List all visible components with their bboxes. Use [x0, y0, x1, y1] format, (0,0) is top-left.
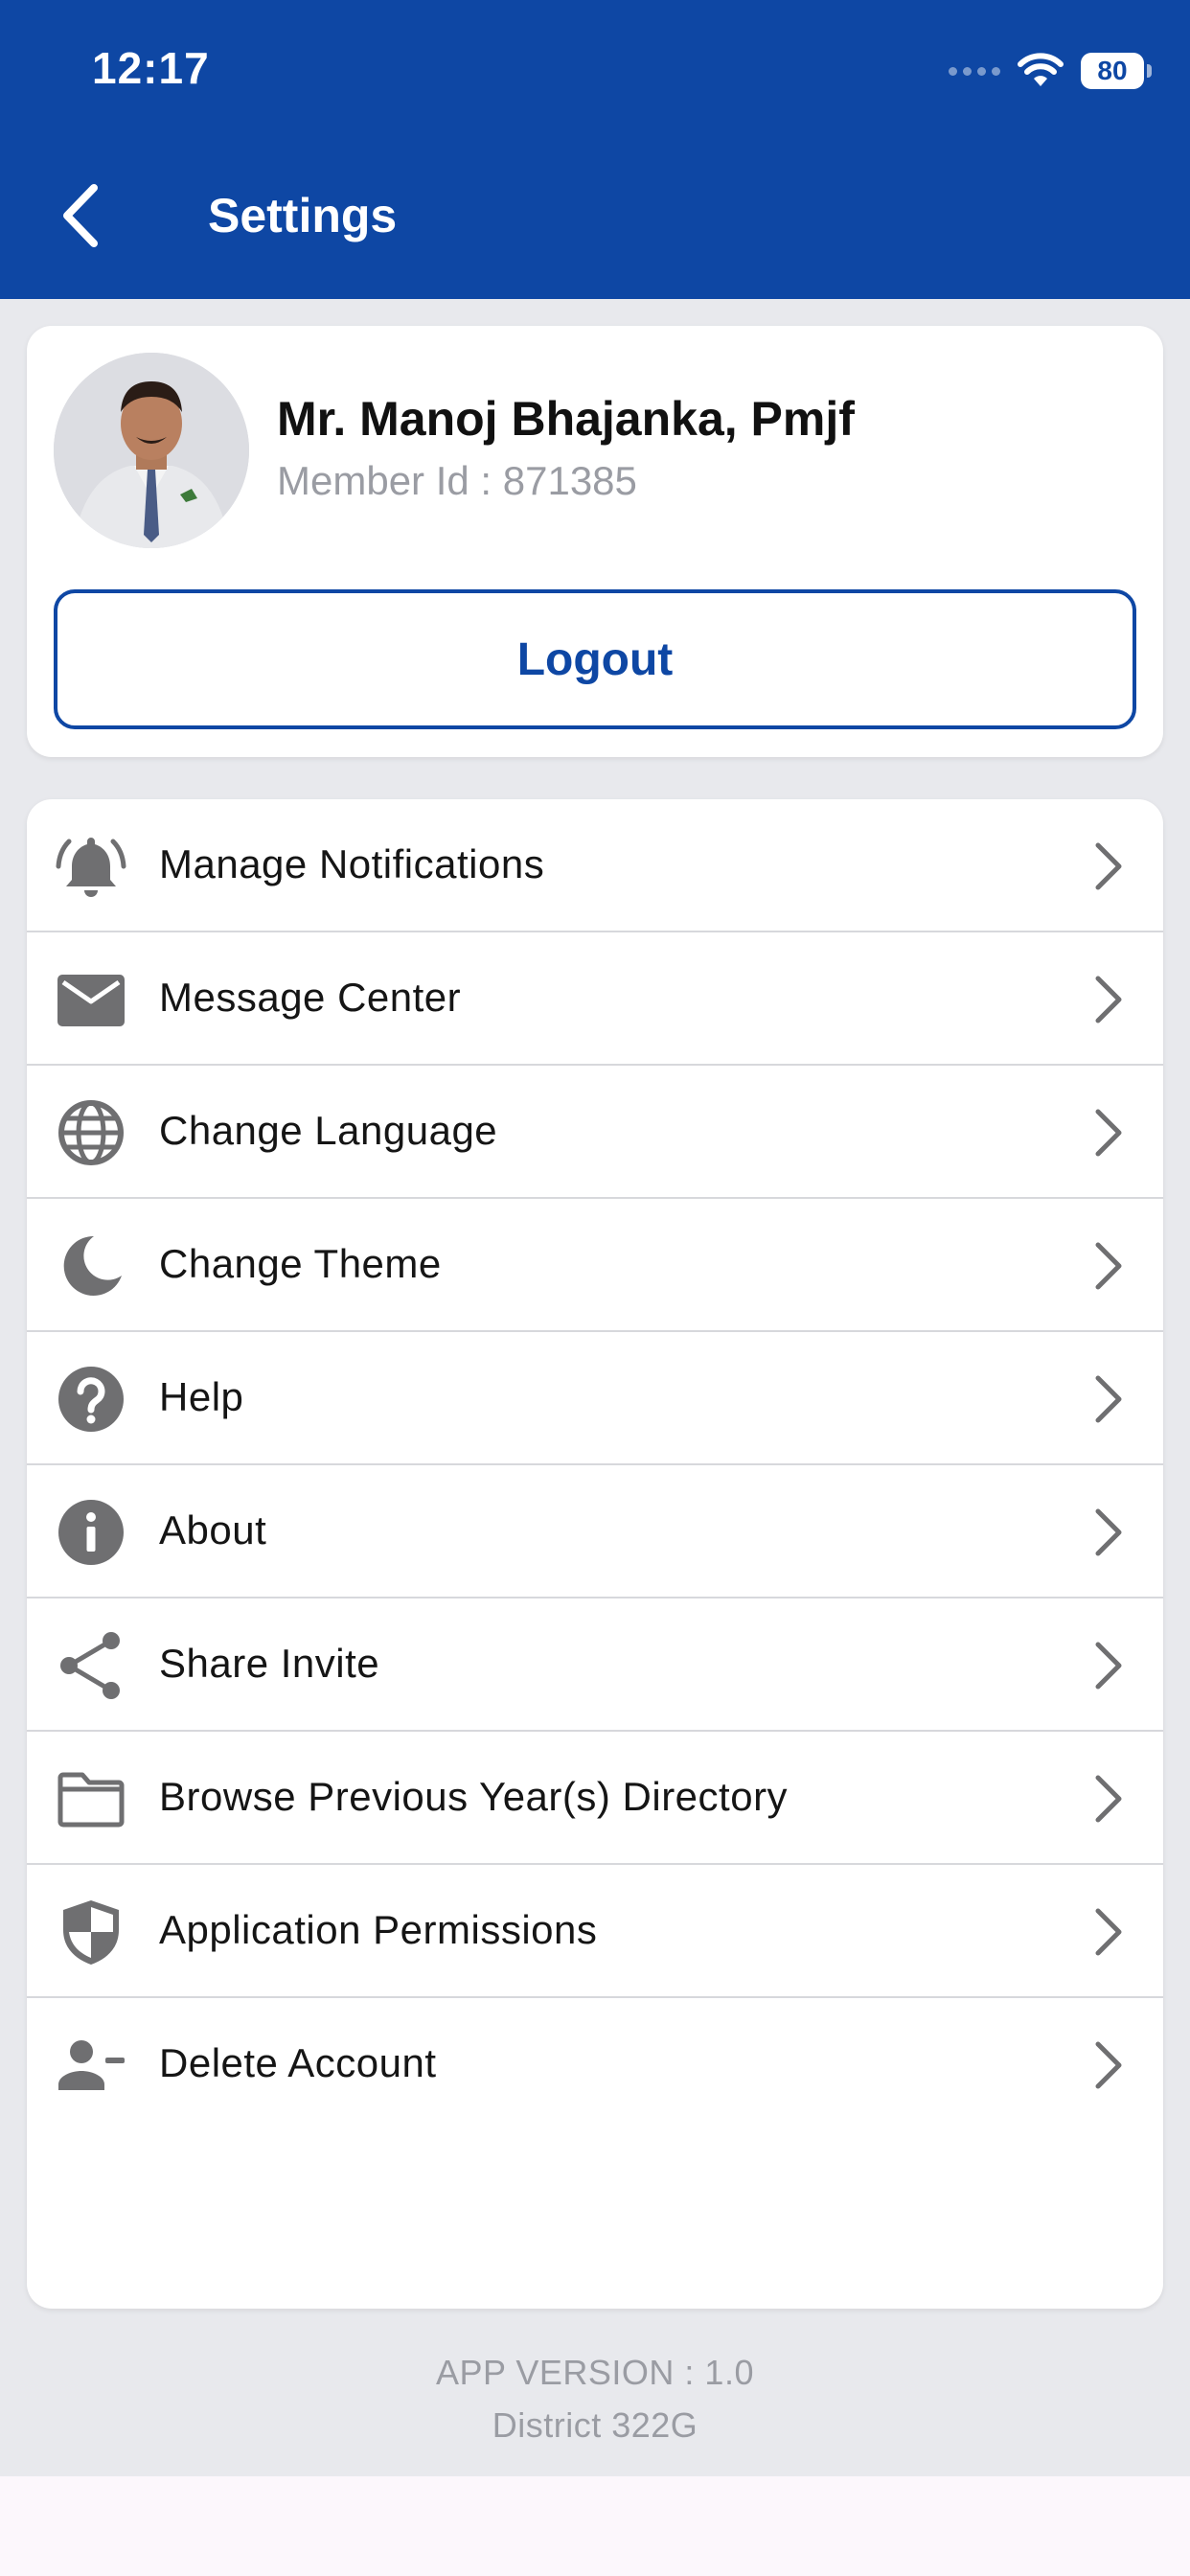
menu-item-label: Change Language [159, 1108, 498, 1153]
menu-item-label: Manage Notifications [159, 841, 545, 886]
menu-item-label: Application Permissions [159, 1907, 598, 1952]
globe-icon [56, 1098, 126, 1167]
profile-card: Mr. Manoj Bhajanka, Pmjf Member Id : 871… [27, 326, 1163, 757]
battery-level: 80 [1097, 56, 1128, 85]
bottom-safe-area [0, 2476, 1190, 2576]
menu-item-label: About [159, 1507, 267, 1552]
share-icon [56, 1631, 126, 1700]
menu-item-label: Delete Account [159, 2040, 437, 2085]
menu-item-change-language[interactable]: Change Language [27, 1066, 1163, 1199]
mail-icon [56, 965, 126, 1034]
district-label: District 322G [492, 2405, 698, 2445]
app-header: 12:17 80 Settings [0, 0, 1190, 299]
moon-icon [56, 1231, 126, 1300]
chevron-right-icon [1095, 2041, 1122, 2089]
chevron-right-icon [1095, 1109, 1122, 1157]
info-icon [56, 1498, 126, 1567]
wifi-icon [1018, 53, 1064, 86]
status-time: 12:17 [92, 43, 210, 93]
battery-icon: 80 [1081, 53, 1152, 89]
page-title: Settings [208, 189, 398, 242]
menu-item-share-invite[interactable]: Share Invite [27, 1598, 1163, 1732]
back-button[interactable] [48, 172, 115, 259]
menu-item-about[interactable]: About [27, 1465, 1163, 1598]
chevron-right-icon [1095, 1775, 1122, 1823]
menu-item-browse-previous-directory[interactable]: Browse Previous Year(s) Directory [27, 1732, 1163, 1865]
menu-item-delete-account[interactable]: Delete Account [27, 1998, 1163, 2131]
chevron-right-icon [1095, 1642, 1122, 1690]
chevron-left-icon [63, 184, 98, 247]
menu-item-application-permissions[interactable]: Application Permissions [27, 1865, 1163, 1998]
user-name: Mr. Manoj Bhajanka, Pmjf [277, 392, 855, 446]
chevron-right-icon [1095, 1508, 1122, 1556]
menu-item-message-center[interactable]: Message Center [27, 932, 1163, 1066]
menu-item-change-theme[interactable]: Change Theme [27, 1199, 1163, 1332]
menu-item-manage-notifications[interactable]: Manage Notifications [27, 799, 1163, 932]
logout-button[interactable]: Logout [54, 589, 1136, 729]
status-icons: 80 [949, 46, 1152, 96]
chevron-right-icon [1095, 1375, 1122, 1423]
folder-icon [56, 1764, 126, 1833]
menu-item-label: Share Invite [159, 1641, 380, 1686]
shield-icon [56, 1898, 126, 1966]
remove-user-icon [56, 2031, 126, 2100]
menu-item-label: Help [159, 1374, 244, 1419]
help-icon [56, 1365, 126, 1434]
menu-item-help[interactable]: Help [27, 1332, 1163, 1465]
bell-icon [56, 832, 126, 901]
chevron-right-icon [1095, 842, 1122, 890]
app-version: APP VERSION : 1.0 [436, 2353, 754, 2392]
chevron-right-icon [1095, 1908, 1122, 1956]
member-id: Member Id : 871385 [277, 458, 637, 503]
menu-item-label: Browse Previous Year(s) Directory [159, 1774, 789, 1819]
settings-menu: Manage Notifications Message Center Chan… [27, 799, 1163, 2309]
cellular-signal-icon [949, 66, 1000, 76]
chevron-right-icon [1095, 1242, 1122, 1290]
menu-item-label: Message Center [159, 975, 462, 1020]
chevron-right-icon [1095, 976, 1122, 1024]
avatar [54, 353, 249, 548]
menu-item-label: Change Theme [159, 1241, 442, 1286]
